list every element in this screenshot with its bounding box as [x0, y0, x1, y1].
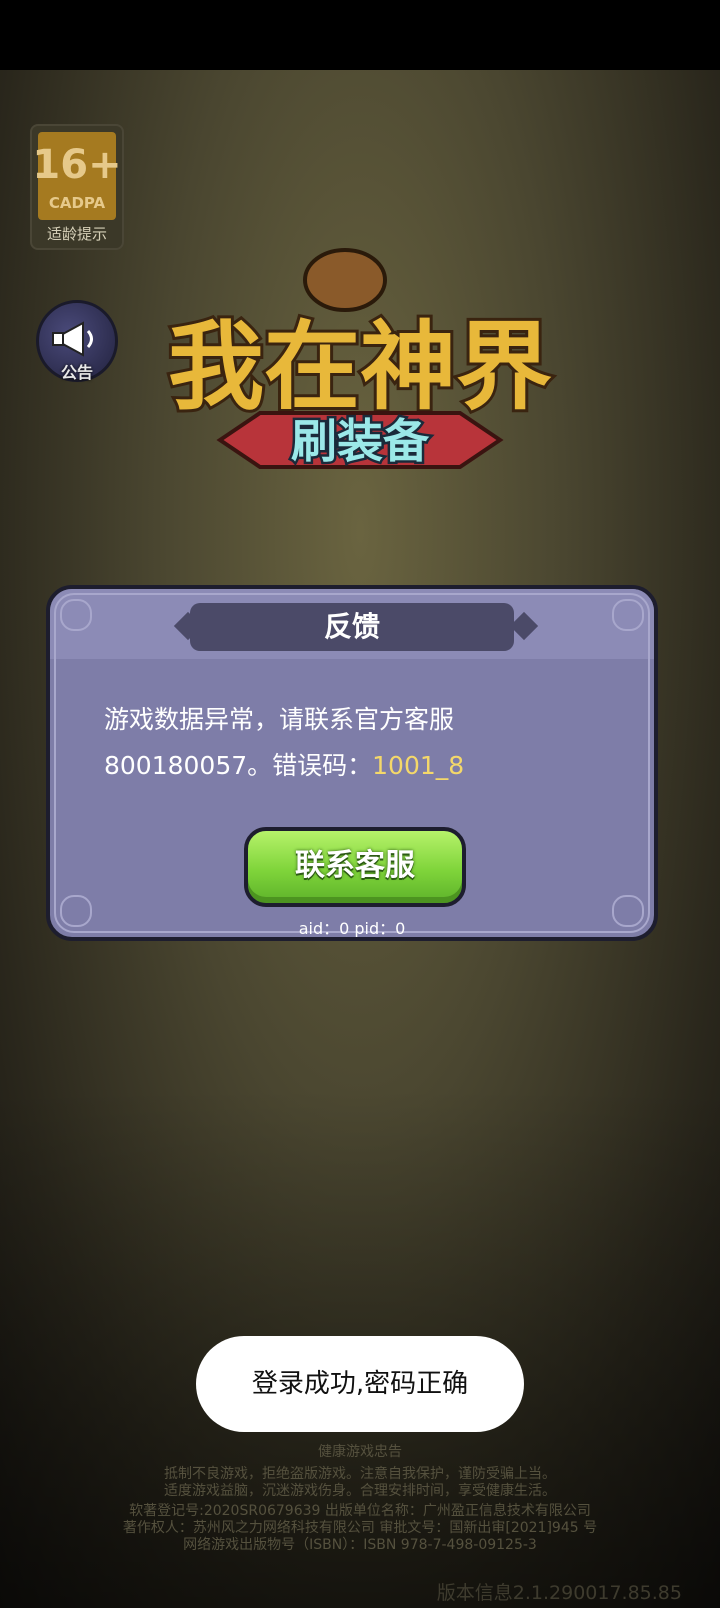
- age-rating-value: 16+: [32, 142, 122, 188]
- age-rating-org: CADPA: [48, 194, 106, 212]
- contact-support-button[interactable]: 联系客服: [244, 827, 466, 907]
- health-notice-line: 抵制不良游戏，拒绝盗版游戏。注意自我保护，谨防受骗上当。: [164, 1466, 556, 1482]
- logo-subtitle: 刷装备: [291, 414, 430, 468]
- account-ids: aid：0 pid：0: [298, 919, 406, 938]
- login-toast: 登录成功,密码正确: [196, 1336, 524, 1432]
- error-code: 1001_8: [372, 751, 465, 780]
- dialog-message-line1: 游戏数据异常，请联系官方客服: [104, 705, 455, 734]
- version-info: 版本信息2.1.290017.85.85: [436, 1582, 682, 1604]
- age-rating-label: 适龄提示: [46, 225, 107, 243]
- credit-line: 软著登记号:2020SR0679639 出版单位名称：广州盈正信息技术有限公司: [129, 1503, 591, 1519]
- health-notice-line: 适度游戏益脑，沉迷游戏伤身。合理安排时间，享受健康生活。: [164, 1483, 556, 1499]
- status-bar: [0, 0, 720, 70]
- dialog-message-line2: 800180057。错误码：1001_8: [104, 751, 465, 780]
- health-notice: 健康游戏忠告 抵制不良游戏，拒绝盗版游戏。注意自我保护，谨防受骗上当。 适度游戏…: [0, 1444, 720, 1554]
- game-logo: 我在神界 刷装备: [165, 248, 555, 471]
- notice-button[interactable]: 公告: [36, 300, 118, 382]
- age-rating-badge[interactable]: 16+ CADPA 适龄提示: [30, 124, 124, 250]
- dialog-title: 反馈: [190, 603, 514, 651]
- notice-label: 公告: [60, 363, 93, 382]
- credit-line: 著作权人：苏州风之力网络科技有限公司 审批文号：国新出审[2021]945 号: [122, 1520, 598, 1536]
- feedback-dialog: 反馈 游戏数据异常，请联系官方客服 800180057。错误码：1001_8 联…: [46, 585, 658, 941]
- health-notice-heading: 健康游戏忠告: [318, 1444, 402, 1460]
- dialog-message: 游戏数据异常，请联系官方客服 800180057。错误码：1001_8: [104, 697, 624, 789]
- logo-title: 我在神界: [168, 311, 552, 423]
- credit-line: 网络游戏出版物号（ISBN）：ISBN 978-7-498-09125-3: [183, 1537, 537, 1553]
